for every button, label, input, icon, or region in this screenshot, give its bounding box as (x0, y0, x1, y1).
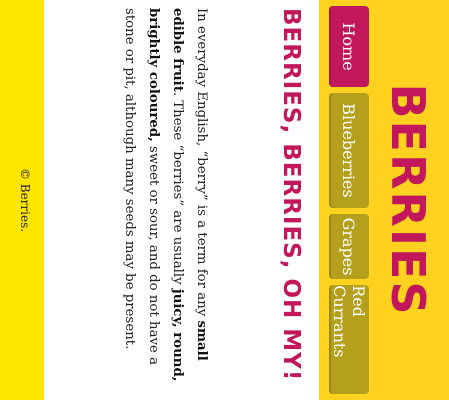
main-nav: Home Blueberries Grapes Red Currants (329, 0, 369, 400)
page: BERRIES Home Blueberries Grapes Red Curr… (0, 0, 449, 400)
copyright-text: © Berries. (18, 167, 32, 233)
para-text-1: In everyday English, “berry” is a term f… (194, 8, 209, 321)
main-content: BERRIES, BERRIES, OH MY! In everyday Eng… (44, 0, 319, 400)
intro-paragraph: In everyday English, “berry” is a term f… (117, 8, 213, 392)
site-footer: © Berries. (0, 0, 44, 400)
site-title: BERRIES (381, 83, 435, 317)
page-heading: BERRIES, BERRIES, OH MY! (278, 8, 304, 382)
para-text-2: . These “berries” are usually (170, 91, 185, 289)
nav-home[interactable]: Home (329, 6, 369, 88)
nav-blueberries[interactable]: Blueberries (329, 93, 369, 208)
nav-red-currants[interactable]: Red Currants (329, 285, 369, 395)
site-header: BERRIES Home Blueberries Grapes Red Curr… (319, 0, 449, 400)
nav-grapes[interactable]: Grapes (329, 213, 369, 280)
